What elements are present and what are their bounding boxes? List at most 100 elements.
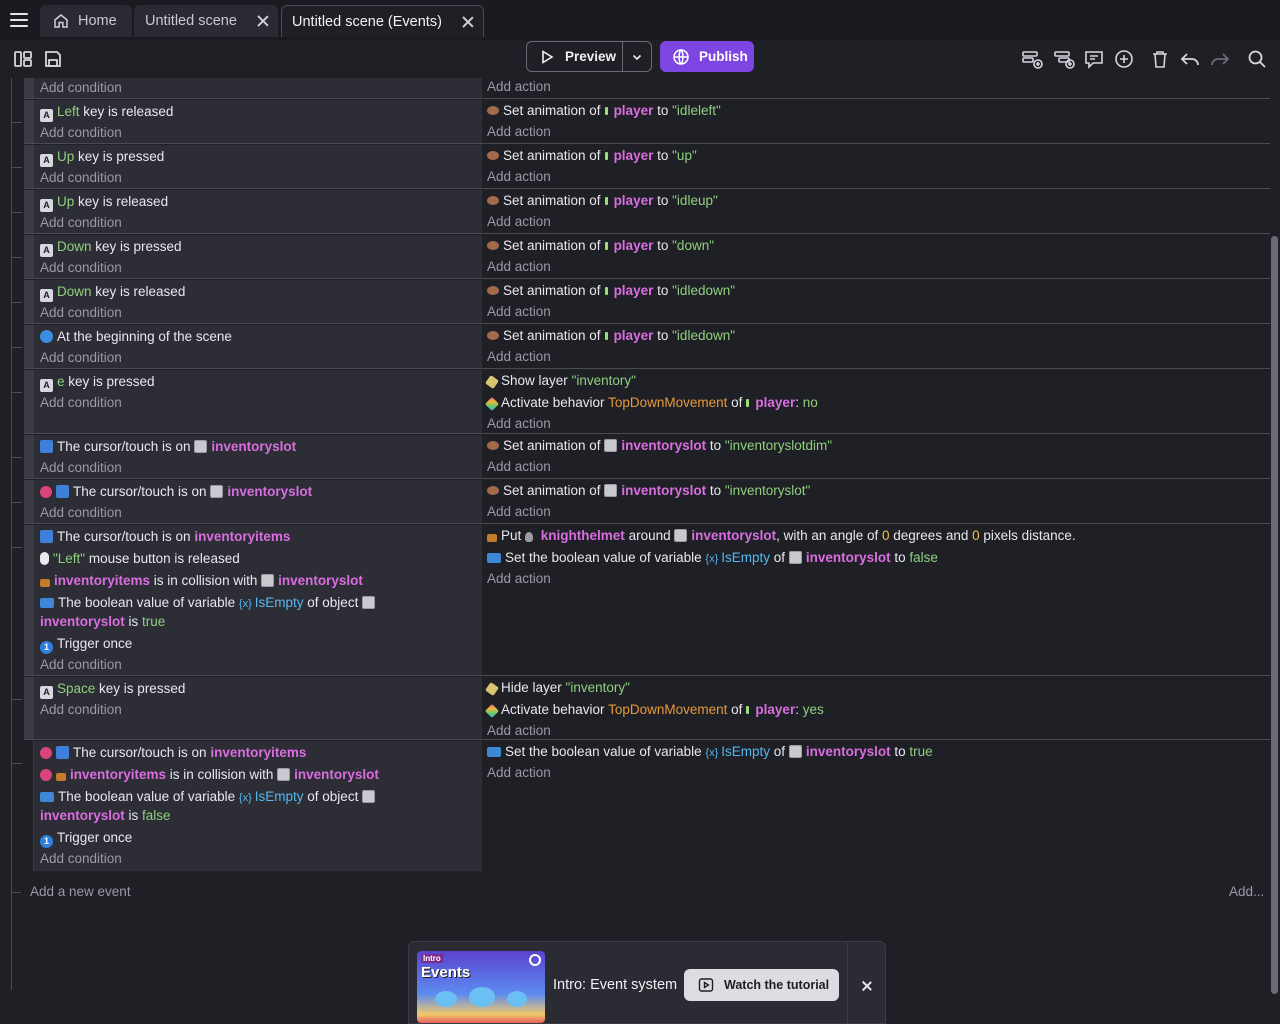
actions-column[interactable]: Set animation of inventoryslot to "inven… [482,480,1270,524]
condition[interactable]: The cursor/touch is on inventoryitems [40,527,290,547]
conditions-column[interactable]: A Left key is released Add condition [24,100,482,144]
add-action[interactable]: Add action [487,502,551,522]
event-row[interactable]: At the beginning of the scene Add condit… [12,325,1270,369]
delete-icon[interactable] [1148,47,1172,71]
action[interactable]: Set animation of player to "down" [487,236,714,256]
condition[interactable]: A Up key is pressed [40,147,164,167]
add-condition[interactable]: Add condition [40,700,122,720]
condition[interactable]: The cursor/touch is on inventoryitems [40,743,306,763]
undo-icon[interactable] [1178,47,1202,71]
action[interactable]: Set animation of player to "idledown" [487,326,735,346]
conditions-column[interactable]: A Space key is pressed Add condition [24,677,482,740]
publish-button[interactable]: Publish [660,41,754,72]
add-condition[interactable]: Add condition [40,348,122,368]
condition[interactable]: The cursor/touch is on inventoryslot [40,437,296,457]
conditions-column[interactable]: A Up key is pressed Add condition [24,145,482,189]
add-action[interactable]: Add action [487,212,551,232]
conditions-column[interactable]: The cursor/touch is on inventoryslot Add… [24,480,482,524]
add-action[interactable]: Add action [487,257,551,277]
watch-tutorial-button[interactable]: Watch the tutorial [684,969,839,1001]
condition[interactable]: The boolean value of variable {x} IsEmpty… [40,593,379,613]
add-condition[interactable]: Add condition [40,849,122,869]
search-icon[interactable] [1245,47,1269,71]
add-condition[interactable]: Add condition [40,303,122,323]
condition[interactable]: A Left key is released [40,102,173,122]
actions-column[interactable]: Set animation of player to "idledown" Add… [482,325,1270,369]
conditions-column[interactable]: The cursor/touch is on inventoryslot Add… [24,435,482,479]
event-row[interactable]: The cursor/touch is on inventoryslot Add… [12,480,1270,524]
conditions-column[interactable]: The cursor/touch is on inventoryitems in… [33,741,482,871]
conditions-column[interactable]: The cursor/touch is on inventoryitems "L… [24,525,482,676]
tab-home[interactable]: Home [40,5,132,37]
condition[interactable]: At the beginning of the scene [40,327,232,347]
close-icon[interactable] [256,14,270,28]
action[interactable]: Put knighthelmet around inventoryslot, w… [487,526,1076,546]
preview-button[interactable]: Preview [527,42,623,71]
actions-column[interactable]: Set animation of player to "down" Add act… [482,235,1270,279]
actions-column[interactable]: Put knighthelmet around inventoryslot, w… [482,525,1270,676]
add-action[interactable]: Add action [487,302,551,322]
condition-continuation[interactable]: inventoryslot is false [40,806,171,826]
actions-column[interactable]: Set animation of player to "idleup" Add a… [482,190,1270,234]
condition[interactable]: The boolean value of variable {x} IsEmpty… [40,787,379,807]
condition[interactable]: Ae key is pressed [40,372,155,392]
add-condition[interactable]: Add condition [40,503,122,523]
action[interactable]: Set animation of player to "idleleft" [487,101,721,121]
add-event-icon[interactable] [1020,47,1044,71]
action[interactable]: Set the boolean value of variable {x} IsE… [487,548,938,568]
menu-icon[interactable] [8,10,30,30]
actions-column[interactable]: Set animation of inventoryslot to "inven… [482,435,1270,479]
add-action[interactable]: Add action [487,78,551,97]
tab-untitled-scene-events[interactable]: Untitled scene (Events) [281,5,484,37]
add-comment-icon[interactable] [1082,47,1106,71]
action[interactable]: Activate behavior TopDownMovement of play… [484,700,824,720]
add-action[interactable]: Add action [487,569,551,589]
tab-untitled-scene[interactable]: Untitled scene [134,5,278,37]
condition[interactable]: A Up key is released [40,192,168,212]
conditions-column[interactable]: A Down key is pressed Add condition [24,235,482,279]
condition[interactable]: A Space key is pressed [40,679,185,699]
event-row[interactable]: A Up key is released Add condition Set an… [12,190,1270,234]
condition[interactable]: The cursor/touch is on inventoryslot [40,482,312,502]
event-row[interactable]: A Down key is pressed Add condition Set a… [12,235,1270,279]
add-condition[interactable]: Add condition [40,78,122,98]
condition[interactable]: inventoryitems is in collision with inve… [40,571,363,591]
actions-column[interactable]: Set animation of player to "up" Add actio… [482,145,1270,189]
action[interactable]: Set animation of inventoryslot to "inven… [487,481,810,501]
conditions-column[interactable]: Add condition [24,78,482,99]
conditions-column[interactable]: At the beginning of the scene Add condit… [24,325,482,369]
add-action[interactable]: Add action [487,457,551,477]
add-condition[interactable]: Add condition [40,655,122,675]
event-row[interactable]: A Space key is pressed Add condition Hide… [12,677,1270,740]
save-icon[interactable] [41,47,65,71]
condition[interactable]: A Down key is pressed [40,237,182,257]
action[interactable]: Set animation of player to "idledown" [487,281,735,301]
actions-column[interactable]: Add action [482,78,1270,99]
add-new-event-link[interactable]: Add a new event [30,884,131,899]
event-row[interactable]: The cursor/touch is on inventoryitems "L… [12,525,1270,676]
conditions-column[interactable]: A Down key is released Add condition [24,280,482,324]
action[interactable]: Set animation of player to "up" [487,146,697,166]
event-row[interactable]: Ae key is pressed Add condition Show lay… [12,370,1270,434]
actions-column[interactable]: Show layer "inventory" Activate behavior… [482,370,1270,434]
action[interactable]: Activate behavior TopDownMovement of play… [484,393,818,413]
condition[interactable]: A Down key is released [40,282,185,302]
action[interactable]: Show layer "inventory" [485,371,636,391]
condition[interactable]: "Left" mouse button is released [40,549,240,569]
add-condition[interactable]: Add condition [40,458,122,478]
add-condition[interactable]: Add condition [40,393,122,413]
condition[interactable]: 1 Trigger once [40,634,132,654]
event-row[interactable]: Add condition Add action [24,78,1270,99]
event-row[interactable]: The cursor/touch is on inventoryslot Add… [12,435,1270,479]
conditions-column[interactable]: Ae key is pressed Add condition [24,370,482,434]
event-row[interactable]: A Down key is released Add condition Set … [12,280,1270,324]
event-row[interactable]: A Left key is released Add condition Set … [12,100,1270,144]
action[interactable]: Hide layer "inventory" [485,678,630,698]
close-icon[interactable] [461,15,475,29]
add-condition[interactable]: Add condition [40,168,122,188]
preview-dropdown-button[interactable] [623,42,651,71]
add-menu-link[interactable]: Add... [1229,884,1264,899]
add-condition[interactable]: Add condition [40,258,122,278]
add-other-icon[interactable] [1112,47,1136,71]
add-action[interactable]: Add action [487,414,551,434]
